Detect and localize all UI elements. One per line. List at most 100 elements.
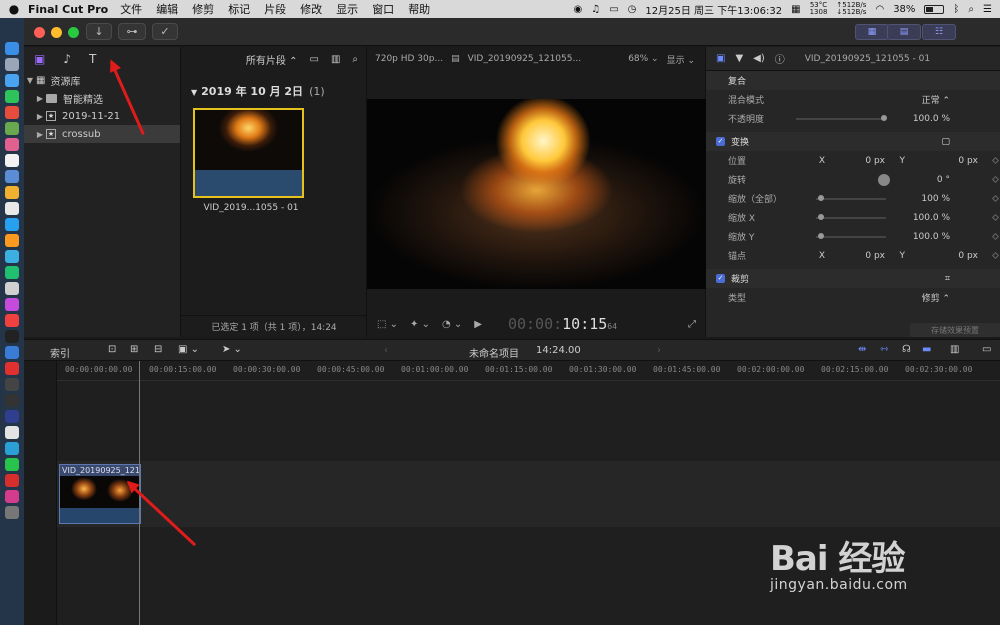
clip-thumbnail[interactable] (193, 108, 304, 198)
messages-icon[interactable] (5, 90, 19, 103)
terminal-icon[interactable] (5, 394, 19, 407)
menu-mark[interactable]: 标记 (228, 1, 250, 17)
scale-all-value[interactable]: 100 % (921, 194, 950, 204)
app-icon-8[interactable] (5, 154, 19, 167)
clip-appearance-icon[interactable]: ▥ (950, 344, 959, 355)
date-group-header[interactable]: ▼ 2019 年 10 月 2日 (1) (191, 83, 325, 99)
clock-icon[interactable]: ◷ (628, 4, 637, 15)
transform-tool-icon[interactable]: ⬚ ⌄ (377, 319, 398, 330)
app-store-icon[interactable] (5, 346, 19, 359)
keyframe-icon[interactable] (991, 213, 1000, 222)
app-icon-9[interactable] (5, 170, 19, 183)
anchor-y-value[interactable]: 0 px (958, 251, 978, 261)
wechat-icon[interactable] (5, 458, 19, 471)
view-options-dropdown[interactable]: 显示 ⌄ (667, 53, 695, 66)
primary-storyline[interactable] (57, 461, 1000, 527)
show-browser-button[interactable]: ▦ (855, 24, 889, 40)
message-icon[interactable]: ▭ (609, 4, 618, 15)
disclosure-right-icon[interactable]: ▶ (34, 130, 46, 139)
disclosure-down-icon[interactable]: ▼ (24, 76, 36, 85)
menu-modify[interactable]: 修改 (300, 1, 322, 17)
rotation-value[interactable]: 0 ° (937, 175, 950, 185)
music-icon[interactable]: ♫ (591, 4, 600, 15)
scale-y-value[interactable]: 100.0 % (913, 232, 950, 242)
crop-type-dropdown[interactable]: 修剪 ⌃ (922, 291, 950, 304)
keywords-button[interactable]: ⊶ (118, 23, 146, 40)
library-item-event-2019-11-21[interactable]: ▶ ★ 2019-11-21 (24, 107, 180, 125)
opacity-slider[interactable] (796, 118, 886, 120)
crop-onscreen-icon[interactable]: ⌗ (945, 274, 950, 284)
timeline-clip[interactable]: VID_20190925_121... (59, 464, 141, 524)
color-inspector-tab-icon[interactable]: ▼ (735, 53, 743, 64)
menu-trim[interactable]: 修剪 (192, 1, 214, 17)
keyframe-icon[interactable] (991, 194, 1000, 203)
clip-name[interactable]: VID_2019...1055 - 01 (181, 203, 321, 213)
transform-onscreen-icon[interactable]: ▢ (941, 137, 950, 147)
wifi-icon[interactable]: ◠ (875, 4, 884, 15)
zoom-dropdown[interactable]: 68% ⌄ (628, 54, 658, 64)
play-icon[interactable]: ▶ (474, 319, 482, 330)
menu-view[interactable]: 显示 (336, 1, 358, 17)
show-timeline-button[interactable]: ▤ (887, 24, 921, 40)
video-preview[interactable] (367, 99, 706, 289)
append-clip-icon[interactable]: ⊟ (154, 344, 162, 355)
menu-file[interactable]: 文件 (120, 1, 142, 17)
app-icon-7[interactable] (5, 138, 19, 151)
library-item-smart-collections[interactable]: ▶ 智能精选 (24, 89, 180, 107)
chrome-icon[interactable] (5, 106, 19, 119)
scale-x-slider-knob[interactable] (818, 214, 824, 220)
scale-x-value[interactable]: 100.0 % (913, 213, 950, 223)
trash-icon[interactable] (5, 506, 19, 519)
disclosure-down-icon[interactable]: ▼ (191, 88, 197, 97)
search-icon[interactable]: ⌕ (352, 54, 358, 65)
scale-all-slider[interactable] (816, 198, 886, 200)
info-inspector-tab-icon[interactable]: ⓘ (775, 51, 785, 66)
select-tool-icon[interactable]: ➤ ⌄ (222, 344, 242, 355)
bluetooth-icon[interactable]: ᛒ (953, 4, 959, 15)
zoom-window-icon[interactable] (68, 27, 79, 38)
clapper-library-icon[interactable]: ▣ (34, 52, 45, 66)
safari-icon[interactable] (5, 74, 19, 87)
scale-x-slider[interactable] (816, 217, 886, 219)
crop-section[interactable]: ✓ 裁剪 ⌗ (706, 269, 1000, 288)
anchor-x-value[interactable]: 0 px (865, 251, 885, 261)
app-icon-19[interactable] (5, 330, 19, 343)
background-tasks-button[interactable]: ✓ (152, 23, 178, 40)
position-x-value[interactable]: 0 px (865, 156, 885, 166)
opacity-slider-knob[interactable] (881, 115, 887, 121)
skimming-icon[interactable]: ⇹ (858, 344, 866, 355)
grid-icon[interactable]: ▦ (791, 4, 800, 15)
spotlight-icon[interactable]: ⌕ (968, 4, 974, 15)
apple-menu-icon[interactable]: ● (0, 2, 28, 16)
keyframe-icon[interactable] (991, 156, 1000, 165)
app-icon-6[interactable] (5, 122, 19, 135)
app-icon-15[interactable] (5, 266, 19, 279)
app-icon-26[interactable] (5, 442, 19, 455)
scale-y-slider[interactable] (816, 236, 886, 238)
overwrite-clip-icon[interactable]: ▣ ⌄ (178, 344, 199, 355)
app-icon-16[interactable] (5, 282, 19, 295)
enhancement-tool-icon[interactable]: ✦ ⌄ (410, 319, 430, 330)
close-window-icon[interactable] (34, 27, 45, 38)
menu-window[interactable]: 窗口 (372, 1, 394, 17)
scale-all-slider-knob[interactable] (818, 195, 824, 201)
netease-music-icon[interactable] (5, 474, 19, 487)
fullscreen-icon[interactable]: ⤢ (688, 319, 696, 330)
cpu-stats[interactable]: 53°C 1308 (810, 2, 828, 16)
app-icon-18[interactable] (5, 314, 19, 327)
vivaldi-icon[interactable] (5, 362, 19, 375)
save-effects-preset-button[interactable]: 存储效果预置 (910, 323, 1000, 337)
effects-browser-icon[interactable]: ▭ (982, 344, 991, 355)
app-icon-22[interactable] (5, 378, 19, 391)
keyframe-icon[interactable] (991, 175, 1000, 184)
blend-mode-dropdown[interactable]: 正常 ⌃ (922, 93, 950, 106)
launchpad-icon[interactable] (5, 58, 19, 71)
menu-clip[interactable]: 片段 (264, 1, 286, 17)
ghost-icon[interactable]: ◉ (574, 4, 583, 15)
position-y-value[interactable]: 0 px (958, 156, 978, 166)
history-back-icon[interactable]: ‹ (384, 345, 388, 356)
finder-icon[interactable] (5, 42, 19, 55)
titles-generators-icon[interactable]: T (89, 52, 96, 66)
app-icon-13[interactable] (5, 234, 19, 247)
scale-y-slider-knob[interactable] (818, 233, 824, 239)
